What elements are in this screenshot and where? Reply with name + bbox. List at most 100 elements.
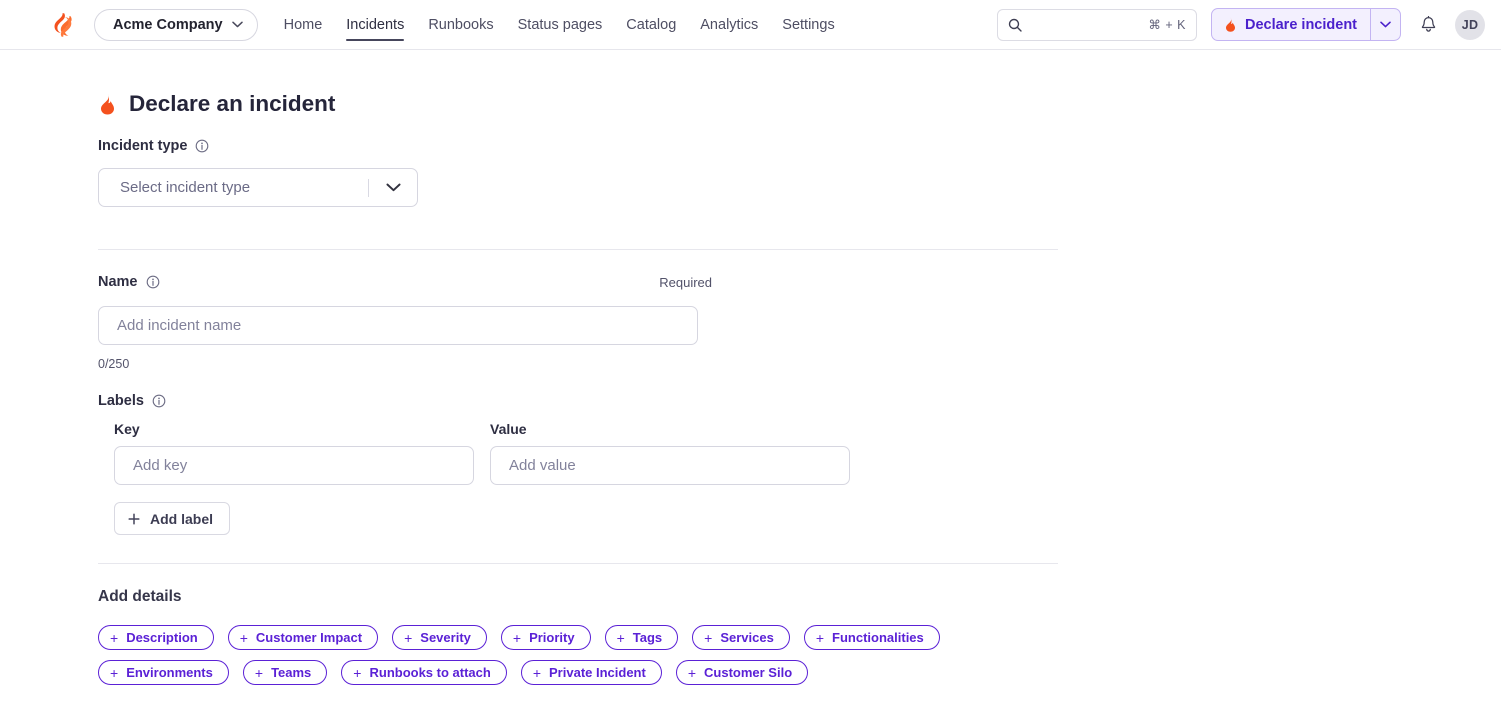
info-circle-icon[interactable] xyxy=(146,275,160,289)
declare-incident-form: Declare an incident Incident type Select… xyxy=(0,50,1501,685)
labels-label: Labels xyxy=(98,393,1501,409)
chevron-down-icon[interactable] xyxy=(369,183,417,192)
avatar[interactable]: JD xyxy=(1455,9,1485,40)
chip-label: Tags xyxy=(632,630,663,645)
chevron-down-icon xyxy=(1380,21,1391,28)
declare-incident-button[interactable]: Declare incident xyxy=(1212,9,1370,40)
bell-icon xyxy=(1420,15,1437,34)
label-value-input[interactable]: Add value xyxy=(490,446,850,485)
avatar-initials: JD xyxy=(1461,17,1479,32)
chip-label: Teams xyxy=(271,665,312,680)
nav-item-catalog[interactable]: Catalog xyxy=(626,1,676,48)
topbar-actions: ⌘ + K Declare incident JD xyxy=(996,8,1485,41)
labels-inputs-row: Add key Add value xyxy=(98,446,1501,485)
plus-icon: + xyxy=(687,664,697,681)
labels-value-header: Value xyxy=(490,421,527,437)
chip-label: Customer Impact xyxy=(255,630,363,645)
chip-label: Runbooks to attach xyxy=(369,665,491,680)
notifications-button[interactable] xyxy=(1415,12,1441,38)
incident-name-input[interactable]: Add incident name xyxy=(98,306,698,345)
declare-incident-button-group[interactable]: Declare incident xyxy=(1210,8,1401,41)
plus-icon: + xyxy=(404,629,413,646)
add-detail-chip-runbooks-to-attach[interactable]: + Runbooks to attach xyxy=(341,660,507,685)
labels-label-text: Labels xyxy=(98,393,144,409)
info-circle-icon[interactable] xyxy=(195,139,209,153)
search-input[interactable]: ⌘ + K xyxy=(996,8,1197,41)
incident-type-select[interactable]: Select incident type xyxy=(98,168,418,207)
nav-item-incidents[interactable]: Incidents xyxy=(346,1,405,48)
org-selector[interactable]: Acme Company xyxy=(94,8,258,41)
chip-label: Severity xyxy=(420,630,471,645)
plus-icon: + xyxy=(815,629,825,646)
add-label-button[interactable]: Add label xyxy=(114,502,231,535)
add-detail-chip-customer-impact[interactable]: + Customer Impact xyxy=(227,625,379,650)
plus-icon: + xyxy=(239,629,248,646)
nav-item-home[interactable]: Home xyxy=(284,1,323,48)
search-shortcut-hint: ⌘ + K xyxy=(1148,18,1186,32)
incident-type-field: Incident type Select incident type xyxy=(98,138,1501,207)
label-key-input[interactable]: Add key xyxy=(114,446,474,485)
chip-label: Priority xyxy=(529,630,575,645)
incident-type-select-value: Select incident type xyxy=(120,179,251,196)
chip-label: Environments xyxy=(126,665,213,680)
chip-label: Services xyxy=(720,630,774,645)
incident-name-field: Name Required Add incident name 0/250 xyxy=(98,274,1501,371)
labels-key-header: Key xyxy=(114,421,140,437)
incident-type-label: Incident type xyxy=(98,138,1501,154)
chevron-down-icon xyxy=(231,21,243,28)
nav-item-runbooks[interactable]: Runbooks xyxy=(428,1,493,48)
plus-icon: + xyxy=(254,664,264,681)
plus-icon xyxy=(128,512,140,525)
add-detail-chip-severity[interactable]: + Severity xyxy=(392,625,487,650)
chip-label: Customer Silo xyxy=(704,665,793,680)
plus-icon: + xyxy=(110,664,119,681)
org-selector-label: Acme Company xyxy=(113,16,223,33)
page-title-text: Declare an incident xyxy=(129,91,336,116)
add-label-row: Add label xyxy=(98,502,1501,535)
nav-item-status-pages[interactable]: Status pages xyxy=(518,1,603,48)
chip-label: Private Incident xyxy=(549,665,646,680)
incident-name-placeholder: Add incident name xyxy=(117,317,242,334)
add-detail-chip-private-incident[interactable]: + Private Incident xyxy=(520,660,662,685)
incident-name-label: Name xyxy=(98,274,160,290)
label-value-placeholder: Add value xyxy=(509,457,576,474)
label-key-placeholder: Add key xyxy=(133,457,188,474)
section-divider-2 xyxy=(98,563,1058,564)
section-divider-1 xyxy=(98,249,1058,250)
chip-label: Description xyxy=(126,630,198,645)
add-detail-chip-environments[interactable]: + Environments xyxy=(98,660,229,685)
add-detail-chip-functionalities[interactable]: + Functionalities xyxy=(803,625,940,650)
nav-item-settings[interactable]: Settings xyxy=(782,1,834,48)
flame-logo-icon[interactable] xyxy=(48,10,78,40)
add-detail-chip-priority[interactable]: + Priority xyxy=(500,625,591,650)
add-detail-chip-tags[interactable]: + Tags xyxy=(604,625,679,650)
incident-name-header: Name Required xyxy=(98,274,1058,290)
plus-icon: + xyxy=(512,629,522,646)
nav-item-analytics[interactable]: Analytics xyxy=(700,1,758,48)
add-details-chip-list: + Description + Customer Impact + Severi… xyxy=(98,625,1058,685)
declare-incident-dropdown-toggle[interactable] xyxy=(1370,9,1400,40)
top-navigation-bar: Acme Company Home Incidents Runbooks Sta… xyxy=(0,0,1501,50)
plus-icon: + xyxy=(704,629,713,646)
incident-name-label-text: Name xyxy=(98,274,138,290)
add-detail-chip-description[interactable]: + Description xyxy=(98,625,214,650)
add-label-button-text: Add label xyxy=(150,510,214,527)
required-indicator: Required xyxy=(659,274,712,290)
flame-icon xyxy=(1224,17,1237,32)
page-title: Declare an incident xyxy=(98,50,1501,117)
add-details-heading: Add details xyxy=(98,588,182,605)
plus-icon: + xyxy=(353,664,362,681)
plus-icon: + xyxy=(532,664,542,681)
add-detail-chip-teams[interactable]: + Teams xyxy=(242,660,328,685)
add-detail-chip-services[interactable]: + Services xyxy=(692,625,790,650)
chip-label: Functionalities xyxy=(832,630,924,645)
incident-type-label-text: Incident type xyxy=(98,138,188,154)
declare-incident-label: Declare incident xyxy=(1244,16,1357,33)
plus-icon: + xyxy=(616,629,625,646)
info-circle-icon[interactable] xyxy=(152,394,166,408)
main-nav: Home Incidents Runbooks Status pages Cat… xyxy=(284,1,835,48)
incident-name-counter: 0/250 xyxy=(98,357,130,371)
add-details-section: Add details + Description + Customer Imp… xyxy=(98,588,1501,685)
labels-headers-row: Key Value xyxy=(98,421,1501,437)
add-detail-chip-customer-silo[interactable]: + Customer Silo xyxy=(675,660,809,685)
